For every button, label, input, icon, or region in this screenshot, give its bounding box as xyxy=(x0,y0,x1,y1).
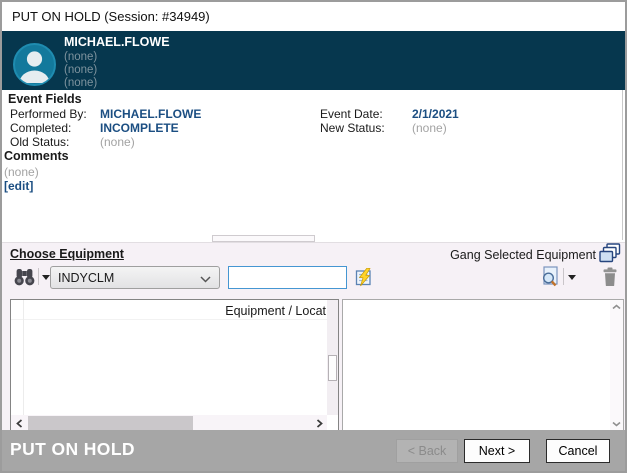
vertical-scrollbar[interactable] xyxy=(610,300,623,431)
avatar-icon xyxy=(12,42,57,87)
selected-equipment-body[interactable] xyxy=(343,300,610,431)
selected-equipment-panel xyxy=(342,299,624,432)
event-fields-heading: Event Fields xyxy=(8,92,82,106)
chevron-down-icon xyxy=(200,276,211,283)
equipment-section: Choose Equipment Gang Selected Equipment… xyxy=(2,242,625,430)
field-value-event-date: 2/1/2021 xyxy=(412,107,459,121)
profile-banner: MICHAEL.FLOWE (none) (none) (none) xyxy=(2,31,625,90)
splitter-grip[interactable] xyxy=(212,235,315,242)
equipment-search-input[interactable] xyxy=(228,266,347,289)
scroll-right-button[interactable] xyxy=(311,415,327,431)
vertical-scrollbar[interactable] xyxy=(327,300,338,415)
chevron-left-icon xyxy=(16,419,23,428)
field-label: Event Date: xyxy=(320,107,383,121)
next-button[interactable]: Next > xyxy=(464,439,530,463)
horizontal-scrollbar-thumb[interactable] xyxy=(28,416,193,430)
field-label: Performed By: xyxy=(10,107,87,121)
equipment-list-header-label: Equipment / Locat xyxy=(225,304,326,318)
gang-selected-label: Gang Selected Equipment xyxy=(450,248,596,262)
field-value-old-status: (none) xyxy=(100,135,135,149)
cancel-button[interactable]: Cancel xyxy=(546,439,610,463)
choose-equipment-link[interactable]: Choose Equipment xyxy=(10,247,124,261)
profile-line: (none) xyxy=(64,51,97,63)
vertical-scrollbar-thumb[interactable] xyxy=(328,355,337,381)
footer-title: PUT ON HOLD xyxy=(10,439,135,460)
field-label: New Status: xyxy=(320,121,385,135)
filter-selected-value: INDYCLM xyxy=(58,271,114,285)
chevron-down-icon xyxy=(612,421,621,427)
field-label: Old Status: xyxy=(10,135,69,149)
field-value-performed-by: MICHAEL.FLOWE xyxy=(100,107,201,121)
title-bar: PUT ON HOLD (Session: #34949) xyxy=(2,2,625,31)
chevron-up-icon xyxy=(612,304,621,310)
scroll-left-button[interactable] xyxy=(11,415,27,431)
field-value-new-status: (none) xyxy=(412,121,447,135)
field-value-completed: INCOMPLETE xyxy=(100,121,179,135)
gang-cascade-icon[interactable] xyxy=(599,243,621,264)
scroll-down-button[interactable] xyxy=(610,417,623,431)
footer-bar: PUT ON HOLD < Back Next > Cancel xyxy=(2,430,625,471)
profile-name: MICHAEL.FLOWE xyxy=(64,35,170,49)
dialog-title: PUT ON HOLD (Session: #34949) xyxy=(12,9,210,24)
horizontal-scrollbar[interactable] xyxy=(11,415,327,431)
chevron-right-icon xyxy=(316,419,323,428)
section-right-border xyxy=(622,90,623,240)
profile-line: (none) xyxy=(64,64,97,76)
toolbar-separator xyxy=(38,268,39,285)
put-on-hold-dialog: PUT ON HOLD (Session: #34949) MICHAEL.FL… xyxy=(0,0,627,473)
filter-combobox[interactable]: INDYCLM xyxy=(50,266,220,289)
equipment-list-panel: Equipment / Locat xyxy=(10,299,339,432)
binoculars-icon[interactable] xyxy=(14,267,35,287)
comments-heading: Comments xyxy=(4,149,69,163)
equipment-list-body[interactable] xyxy=(11,320,327,415)
profile-line: (none) xyxy=(64,77,97,89)
equipment-list-header[interactable]: Equipment / Locat xyxy=(11,300,327,320)
comments-value: (none) xyxy=(4,165,39,179)
scroll-up-button[interactable] xyxy=(610,300,623,314)
toolbar-separator xyxy=(563,268,564,285)
preview-dropdown-arrow-icon[interactable] xyxy=(567,274,577,282)
trash-icon[interactable] xyxy=(602,267,618,286)
edit-comments-link[interactable]: [edit] xyxy=(4,179,33,193)
preview-document-icon[interactable] xyxy=(540,266,560,287)
field-label: Completed: xyxy=(10,121,71,135)
edit-form-lightning-icon[interactable] xyxy=(355,268,374,287)
back-button[interactable]: < Back xyxy=(396,439,458,463)
